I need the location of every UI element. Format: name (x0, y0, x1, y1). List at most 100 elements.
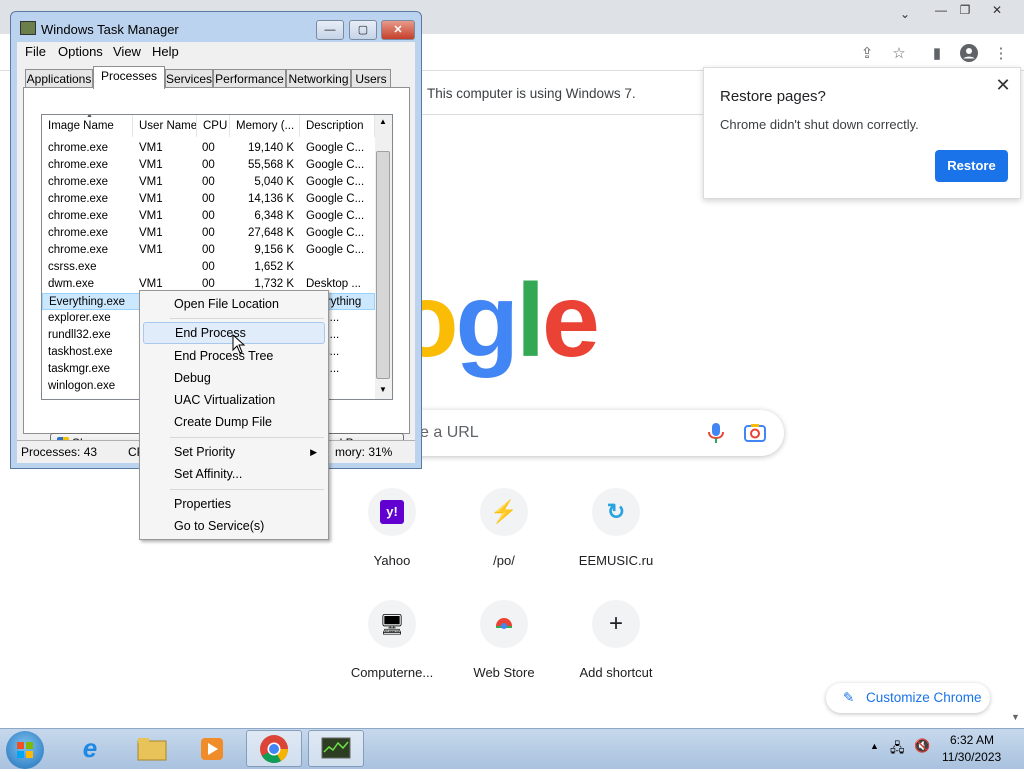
column-user-name[interactable]: User Name (133, 115, 197, 137)
customize-chrome-button[interactable]: ✎ Customize Chrome (826, 683, 990, 713)
process-row[interactable]: chrome.exe VM1 00 6,348 K Google C... (42, 208, 375, 225)
process-cell-user: VM1 (139, 244, 163, 256)
column-memory[interactable]: Memory (... (230, 115, 300, 137)
chrome-tab-list-icon[interactable]: ⌄ (892, 6, 918, 22)
process-cell-cpu: 00 (202, 159, 215, 171)
process-cell-cpu: 00 (202, 193, 215, 205)
tab-networking[interactable]: Networking (286, 69, 351, 88)
tab-services[interactable]: Services (165, 69, 213, 88)
menu-file[interactable]: File (25, 44, 46, 59)
menu-options[interactable]: Options (58, 44, 103, 59)
menu-help[interactable]: Help (152, 44, 179, 59)
yahoo-icon: y! (368, 488, 416, 536)
clock-date[interactable]: 11/30/2023 (942, 750, 1001, 764)
process-cell-image: Everything.exe (49, 296, 126, 308)
taskbar-chrome[interactable] (246, 730, 302, 767)
process-scrollbar[interactable]: ▲ ▼ (375, 115, 392, 399)
taskbar: e ▲ 🖧 🔇 6:32 AM 11/30/2023 (0, 728, 1024, 769)
menu-set-priority[interactable]: Set Priority ▶ (143, 441, 325, 463)
process-cell-image: winlogon.exe (48, 380, 116, 392)
show-hidden-icons-icon[interactable]: ▲ (870, 741, 879, 751)
scroll-down-arrow-icon[interactable]: ▼ (1011, 712, 1020, 722)
chrome-restore-button[interactable]: ❐ (952, 2, 978, 18)
process-cell-image: chrome.exe (48, 193, 109, 205)
task-manager-titlebar[interactable]: Windows Task Manager — ▢ ✕ (11, 12, 421, 42)
process-cell-user: VM1 (139, 193, 163, 205)
maximize-button[interactable]: ▢ (349, 20, 377, 40)
status-memory: mory: 31% (335, 445, 393, 459)
mouse-cursor-icon (232, 334, 246, 354)
taskbar-task-manager[interactable] (308, 730, 364, 767)
shortcut-yahoo[interactable]: y! Yahoo (336, 488, 448, 588)
submenu-arrow-icon: ▶ (310, 447, 317, 457)
menu-view[interactable]: View (113, 44, 141, 59)
process-row[interactable]: chrome.exe VM1 00 55,568 K Google C... (42, 157, 375, 174)
process-cell-cpu: 00 (202, 176, 215, 188)
chrome-close-button[interactable]: ✕ (984, 2, 1010, 18)
network-icon[interactable]: 🖧 (890, 739, 905, 761)
process-row[interactable]: chrome.exe VM1 00 27,648 K Google C... (42, 225, 375, 242)
process-row[interactable]: chrome.exe VM1 00 19,140 K Google C... (42, 140, 375, 157)
process-cell-image: chrome.exe (48, 210, 109, 222)
process-cell-mem: 5,040 K (254, 176, 294, 188)
tab-processes[interactable]: Processes (93, 66, 165, 89)
shortcut-po[interactable]: ⚡ /po/ (448, 488, 560, 588)
shortcut-add[interactable]: + Add shortcut (560, 600, 672, 700)
process-cell-user: VM1 (139, 142, 163, 154)
computer-icon: 🖥 (368, 600, 416, 648)
share-icon[interactable]: ⇪ (856, 42, 878, 64)
menu-separator (170, 437, 324, 438)
clock-time[interactable]: 6:32 AM (950, 733, 994, 747)
process-row[interactable]: chrome.exe VM1 00 14,136 K Google C... (42, 191, 375, 208)
process-cell-user: VM1 (139, 210, 163, 222)
bookmark-star-icon[interactable]: ☆ (888, 42, 910, 64)
process-row[interactable]: chrome.exe VM1 00 5,040 K Google C... (42, 174, 375, 191)
taskbar-explorer[interactable] (124, 730, 180, 767)
search-box[interactable]: e a URL (410, 410, 784, 456)
process-cell-image: explorer.exe (48, 312, 111, 324)
menu-set-affinity[interactable]: Set Affinity... (143, 463, 325, 485)
scroll-down-arrow-icon[interactable]: ▼ (379, 385, 387, 394)
status-processes: Processes: 43 (21, 445, 98, 459)
sort-arrow-icon: ▲ (86, 114, 93, 119)
menu-open-file-location[interactable]: Open File Location (143, 293, 325, 315)
tab-users[interactable]: Users (351, 69, 391, 88)
scroll-up-arrow-icon[interactable]: ▲ (379, 117, 387, 126)
chrome-minimize-button[interactable]: — (928, 2, 954, 18)
tab-performance[interactable]: Performance (213, 69, 286, 88)
shortcut-webstore[interactable]: Web Store (448, 600, 560, 700)
process-cell-cpu: 00 (202, 227, 215, 239)
volume-muted-icon[interactable]: 🔇 (914, 738, 930, 754)
menu-create-dump-file[interactable]: Create Dump File (143, 411, 325, 433)
process-row[interactable]: chrome.exe VM1 00 9,156 K Google C... (42, 242, 375, 259)
menu-go-to-services[interactable]: Go to Service(s) (143, 515, 325, 537)
process-row[interactable]: csrss.exe 00 1,652 K (42, 259, 375, 276)
process-cell-image: chrome.exe (48, 244, 109, 256)
close-icon[interactable]: ✕ (992, 74, 1014, 96)
menu-uac-virtualization[interactable]: UAC Virtualization (143, 389, 325, 411)
camera-search-icon[interactable] (744, 423, 766, 443)
menu-properties[interactable]: Properties (143, 493, 325, 515)
microphone-icon[interactable] (706, 422, 726, 444)
scroll-thumb[interactable] (376, 151, 390, 379)
process-cell-mem: 14,136 K (247, 193, 294, 205)
chrome-menu-icon[interactable]: ⋮ (990, 42, 1012, 64)
process-cell-desc: Google C... (306, 176, 365, 188)
minimize-button[interactable]: — (316, 20, 344, 40)
tab-applications[interactable]: Applications (25, 69, 93, 88)
taskbar-media-player[interactable] (184, 730, 240, 767)
restore-message: Chrome didn't shut down correctly. (720, 117, 919, 132)
process-cell-user: VM1 (139, 159, 163, 171)
column-description[interactable]: Description (300, 115, 375, 137)
side-panel-icon[interactable]: ▮ (926, 42, 948, 64)
process-cell-cpu: 00 (202, 261, 215, 273)
menu-debug[interactable]: Debug (143, 367, 325, 389)
restore-button[interactable]: Restore (935, 150, 1008, 182)
profile-icon[interactable] (958, 42, 980, 64)
shortcut-computerne[interactable]: 🖥 Computerne... (336, 600, 448, 700)
start-button[interactable] (6, 731, 44, 769)
column-cpu[interactable]: CPU (197, 115, 230, 137)
shortcut-eemusic[interactable]: ↻ EEMUSIC.ru (560, 488, 672, 588)
close-button[interactable]: ✕ (381, 20, 415, 40)
taskbar-internet-explorer[interactable]: e (62, 730, 118, 767)
